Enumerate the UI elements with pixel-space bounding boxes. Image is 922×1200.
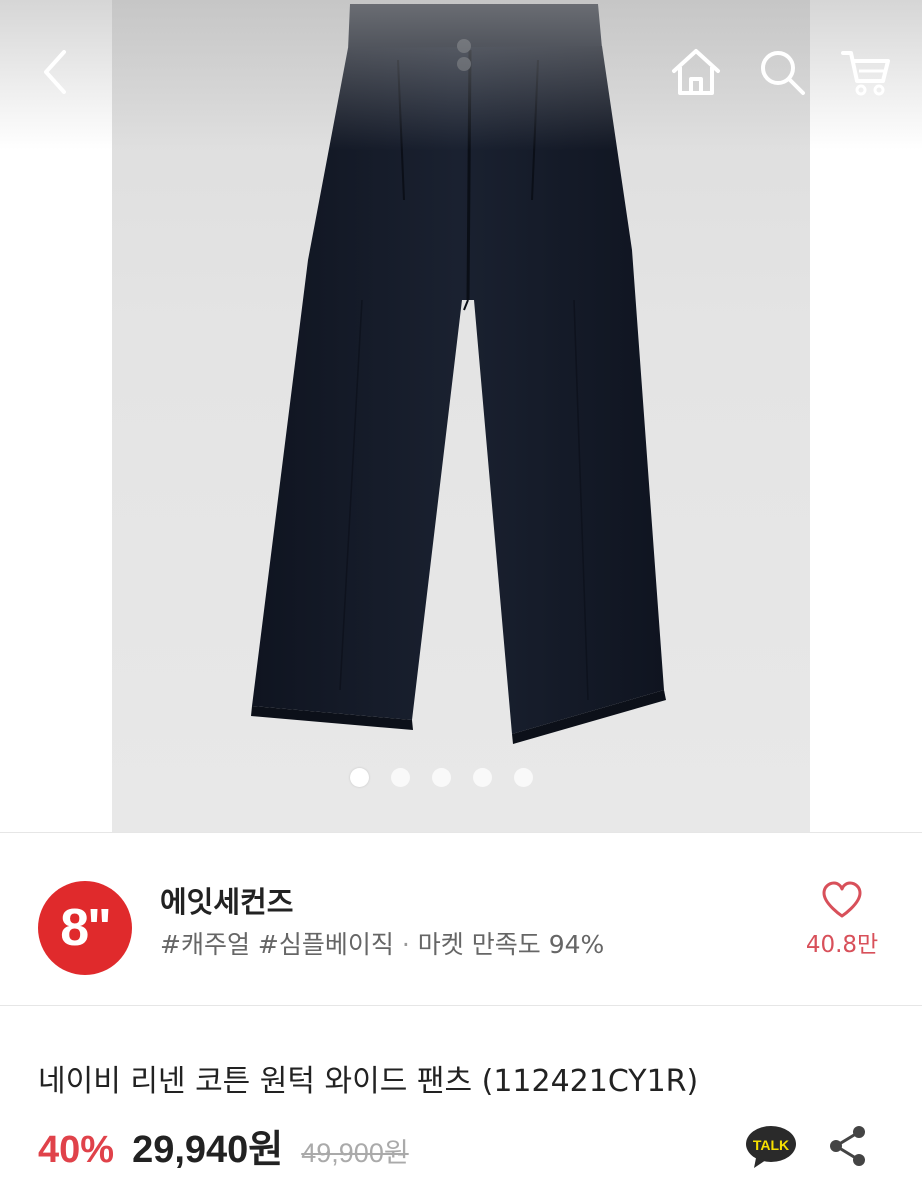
talk-bubble-icon: TALK — [746, 1126, 796, 1168]
share-icon — [830, 1126, 865, 1166]
search-button[interactable] — [750, 40, 814, 104]
pagination-dot-active[interactable] — [349, 768, 369, 787]
pagination-dot[interactable] — [472, 768, 492, 787]
pants-image — [251, 4, 666, 744]
product-title: 네이비 리넨 코튼 원턱 와이드 팬츠 (112421CY1R) — [38, 1064, 699, 1099]
shop-tags: #캐주얼 #심플베이직 — [160, 930, 394, 959]
original-price: 49,900원 — [301, 1138, 409, 1168]
meta-separator: · — [401, 930, 410, 959]
shop-meta: #캐주얼 #심플베이직 · 마켓 만족도 94% — [160, 925, 604, 961]
shop-info-row[interactable]: 8" 에잇세컨즈 #캐주얼 #심플베이직 · 마켓 만족도 94% 40.8만 — [0, 832, 922, 1006]
back-button[interactable] — [24, 40, 88, 104]
home-button[interactable] — [664, 40, 728, 104]
talk-label: TALK — [753, 1137, 789, 1153]
like-count: 40.8만 — [805, 932, 879, 958]
shop-name[interactable]: 에잇세컨즈 — [160, 879, 293, 921]
home-icon — [672, 49, 720, 95]
share-button[interactable] — [826, 1124, 870, 1168]
search-icon — [761, 51, 805, 95]
price-row: 40% 29,940원 49,900원 — [38, 1118, 409, 1171]
pagination-dot[interactable] — [513, 768, 533, 787]
cart-icon — [841, 51, 890, 96]
image-pagination — [0, 768, 922, 788]
heart-icon — [822, 881, 862, 918]
pagination-dot[interactable] — [390, 768, 410, 787]
sale-price: 29,940원 — [132, 1129, 284, 1171]
like-button[interactable]: 40.8만 — [792, 881, 892, 971]
discount-rate: 40% — [38, 1129, 115, 1171]
product-image-gallery[interactable] — [0, 0, 922, 832]
cart-button[interactable] — [834, 40, 898, 104]
back-icon — [44, 50, 66, 94]
pagination-dot[interactable] — [431, 768, 451, 787]
shop-logo[interactable]: 8" — [38, 881, 132, 975]
market-satisfaction: 마켓 만족도 94% — [417, 930, 605, 959]
product-photo[interactable] — [112, 0, 810, 832]
kakao-talk-button[interactable]: TALK — [744, 1124, 798, 1170]
